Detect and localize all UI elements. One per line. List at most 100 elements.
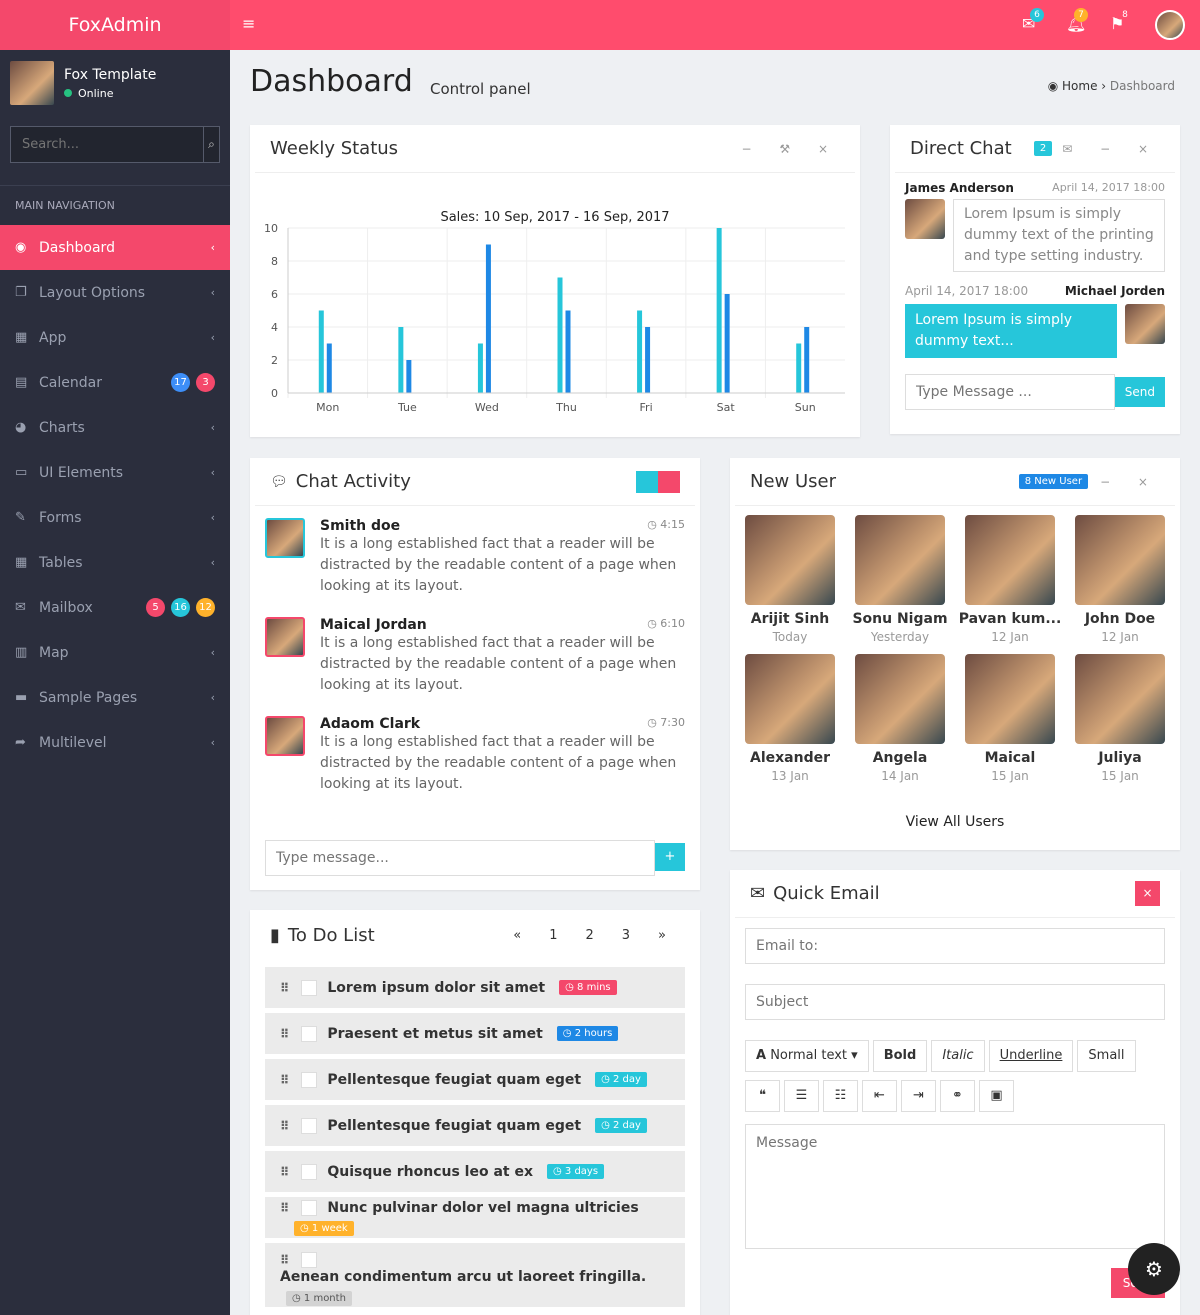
user-card[interactable]: Pavan kum... 12 Jan (955, 515, 1065, 644)
user-name: Maical (984, 750, 1036, 766)
sidebar-badge: 16 (171, 598, 190, 617)
underline-button[interactable]: Underline (988, 1040, 1074, 1072)
todo-checkbox[interactable] (301, 1071, 318, 1088)
box-tools[interactable]: − ⚒ × (742, 142, 841, 156)
drag-handle-icon[interactable]: ⠿ (280, 981, 289, 995)
chat-activity-input[interactable] (265, 840, 655, 876)
subject-input[interactable] (745, 984, 1165, 1020)
chat-text: It is a long established fact that a rea… (320, 635, 677, 693)
sidebar-item-ui-elements[interactable]: ▭ UI Elements ‹ (0, 450, 230, 495)
chevron-left-icon: ‹ (210, 286, 215, 299)
sidebar-item-sample-pages[interactable]: ▬ Sample Pages ‹ (0, 675, 230, 720)
brand-logo[interactable]: FoxAdmin (0, 0, 230, 50)
drag-handle-icon[interactable]: ⠿ (280, 1027, 289, 1041)
pagination-item[interactable]: 1 (549, 928, 557, 943)
italic-button[interactable]: Italic (931, 1040, 985, 1072)
user-date: 13 Jan (771, 769, 809, 783)
user-card[interactable]: Arijit Sinh Today (735, 515, 845, 644)
todo-checkbox[interactable] (301, 1163, 318, 1180)
sidebar-item-calendar[interactable]: ▤ Calendar 17 3 (0, 360, 230, 405)
bar-fri-series-2 (645, 327, 651, 393)
todo-checkbox[interactable] (301, 1199, 318, 1216)
sidebar-item-forms[interactable]: ✎ Forms ‹ (0, 495, 230, 540)
user-card[interactable]: Sonu Nigam Yesterday (845, 515, 955, 644)
email-to-input[interactable] (745, 928, 1165, 964)
y-tick-label: 0 (271, 387, 278, 400)
search-icon[interactable]: ⌕ (203, 127, 219, 162)
todo-checkbox[interactable] (301, 1117, 318, 1134)
chat-message: Lorem Ipsum is simply dummy text... (905, 304, 1117, 358)
mail-icon[interactable]: ✉ 6 (1022, 8, 1044, 33)
ordered-list-icon[interactable]: ☷ (823, 1080, 858, 1112)
chat-activity-item: Adaom Clark ◷ 7:30 It is a long establishe… (250, 716, 700, 795)
user-date: 15 Jan (1101, 769, 1139, 783)
sidebar-item-map[interactable]: ▥ Map ‹ (0, 630, 230, 675)
small-button[interactable]: Small (1077, 1040, 1136, 1072)
sidebar-item-multilevel[interactable]: ➦ Multilevel ‹ (0, 720, 230, 765)
user-card[interactable]: Juliya 15 Jan (1065, 654, 1175, 783)
box-tools[interactable]: ✉ − × (1062, 142, 1160, 156)
link-icon[interactable]: ⚭ (940, 1080, 975, 1112)
menu-toggle-icon[interactable]: ≡ (242, 14, 255, 33)
todo-item: ⠿ Pellentesque feugiat quam eget ◷ 2 day (265, 1105, 685, 1146)
pagination-item[interactable]: » (658, 928, 666, 943)
todo-checkbox[interactable] (301, 1025, 318, 1042)
user-card[interactable]: Maical 15 Jan (955, 654, 1065, 783)
settings-gear-icon[interactable]: ⚙ (1128, 1243, 1180, 1295)
bar-thu-series-2 (565, 310, 571, 393)
todo-checkbox[interactable] (301, 979, 318, 996)
pagination-item[interactable]: 2 (585, 928, 593, 943)
sidebar-item-charts[interactable]: ◕ Charts ‹ (0, 405, 230, 450)
outdent-icon[interactable]: ⇤ (862, 1080, 897, 1112)
text-style-dropdown[interactable]: A Normal text ▾ (745, 1040, 869, 1072)
user-card[interactable]: Angela 14 Jan (845, 654, 955, 783)
todo-item: ⠿ Aenean condimentum arcu ut laoreet frin… (265, 1243, 685, 1307)
flag-icon[interactable]: ⚑ 8 (1110, 10, 1128, 33)
breadcrumb-home[interactable]: Home (1062, 79, 1097, 93)
drag-handle-icon[interactable]: ⠿ (280, 1073, 289, 1087)
x-tick-label: Mon (316, 401, 339, 414)
sidebar-badge: 5 (146, 598, 165, 617)
profile-avatar[interactable] (1155, 10, 1185, 40)
search-input[interactable] (11, 127, 203, 162)
edit-icon: ✎ (15, 510, 26, 525)
message-textarea[interactable] (745, 1124, 1165, 1249)
drag-handle-icon[interactable]: ⠿ (280, 1201, 289, 1215)
collapse-button[interactable] (636, 470, 658, 493)
sidebar-item-mailbox[interactable]: ✉ Mailbox 5 16 12 (0, 585, 230, 630)
files-icon: ❐ (15, 285, 27, 300)
flag-count: 8 (1122, 10, 1128, 20)
box-tools[interactable]: − × (1100, 475, 1160, 489)
user-card[interactable]: John Doe 12 Jan (1065, 515, 1175, 644)
todo-text: Praesent et metus sit amet (327, 1025, 543, 1042)
sidebar-item-layout-options[interactable]: ❐ Layout Options ‹ (0, 270, 230, 315)
pagination-item[interactable]: « (513, 928, 521, 943)
user-status: Online (64, 87, 156, 100)
remove-button[interactable] (658, 470, 680, 493)
drag-handle-icon[interactable]: ⠿ (280, 1165, 289, 1179)
x-tick-label: Tue (397, 401, 417, 414)
bell-icon[interactable]: 🔔︎ 7 (1066, 8, 1088, 33)
close-button[interactable]: × (1135, 881, 1160, 906)
chevron-left-icon: ‹ (210, 511, 215, 524)
quote-icon[interactable]: ❝ (745, 1080, 780, 1112)
user-name: Pavan kum... (958, 611, 1062, 627)
drag-handle-icon[interactable]: ⠿ (280, 1253, 289, 1267)
user-card[interactable]: Alexander 13 Jan (735, 654, 845, 783)
sidebar-item-app[interactable]: ▦ App ‹ (0, 315, 230, 360)
send-button[interactable]: Send (1114, 377, 1165, 407)
add-button[interactable]: + (655, 843, 685, 871)
unordered-list-icon[interactable]: ☰ (784, 1080, 819, 1112)
sidebar-item-dashboard[interactable]: ◉ Dashboard ‹ (0, 225, 230, 270)
sidebar-item-label: Layout Options (39, 284, 146, 301)
drag-handle-icon[interactable]: ⠿ (280, 1119, 289, 1133)
indent-icon[interactable]: ⇥ (901, 1080, 936, 1112)
chat-message-input[interactable] (905, 374, 1115, 410)
bold-button[interactable]: Bold (872, 1040, 928, 1072)
todo-item: ⠿ Quisque rhoncus leo at ex ◷ 3 days (265, 1151, 685, 1192)
image-icon[interactable]: ▣ (979, 1080, 1014, 1112)
view-all-users-link[interactable]: View All Users (730, 814, 1180, 830)
sidebar-item-tables[interactable]: ▦ Tables ‹ (0, 540, 230, 585)
pagination-item[interactable]: 3 (622, 928, 630, 943)
todo-checkbox[interactable] (301, 1251, 318, 1268)
